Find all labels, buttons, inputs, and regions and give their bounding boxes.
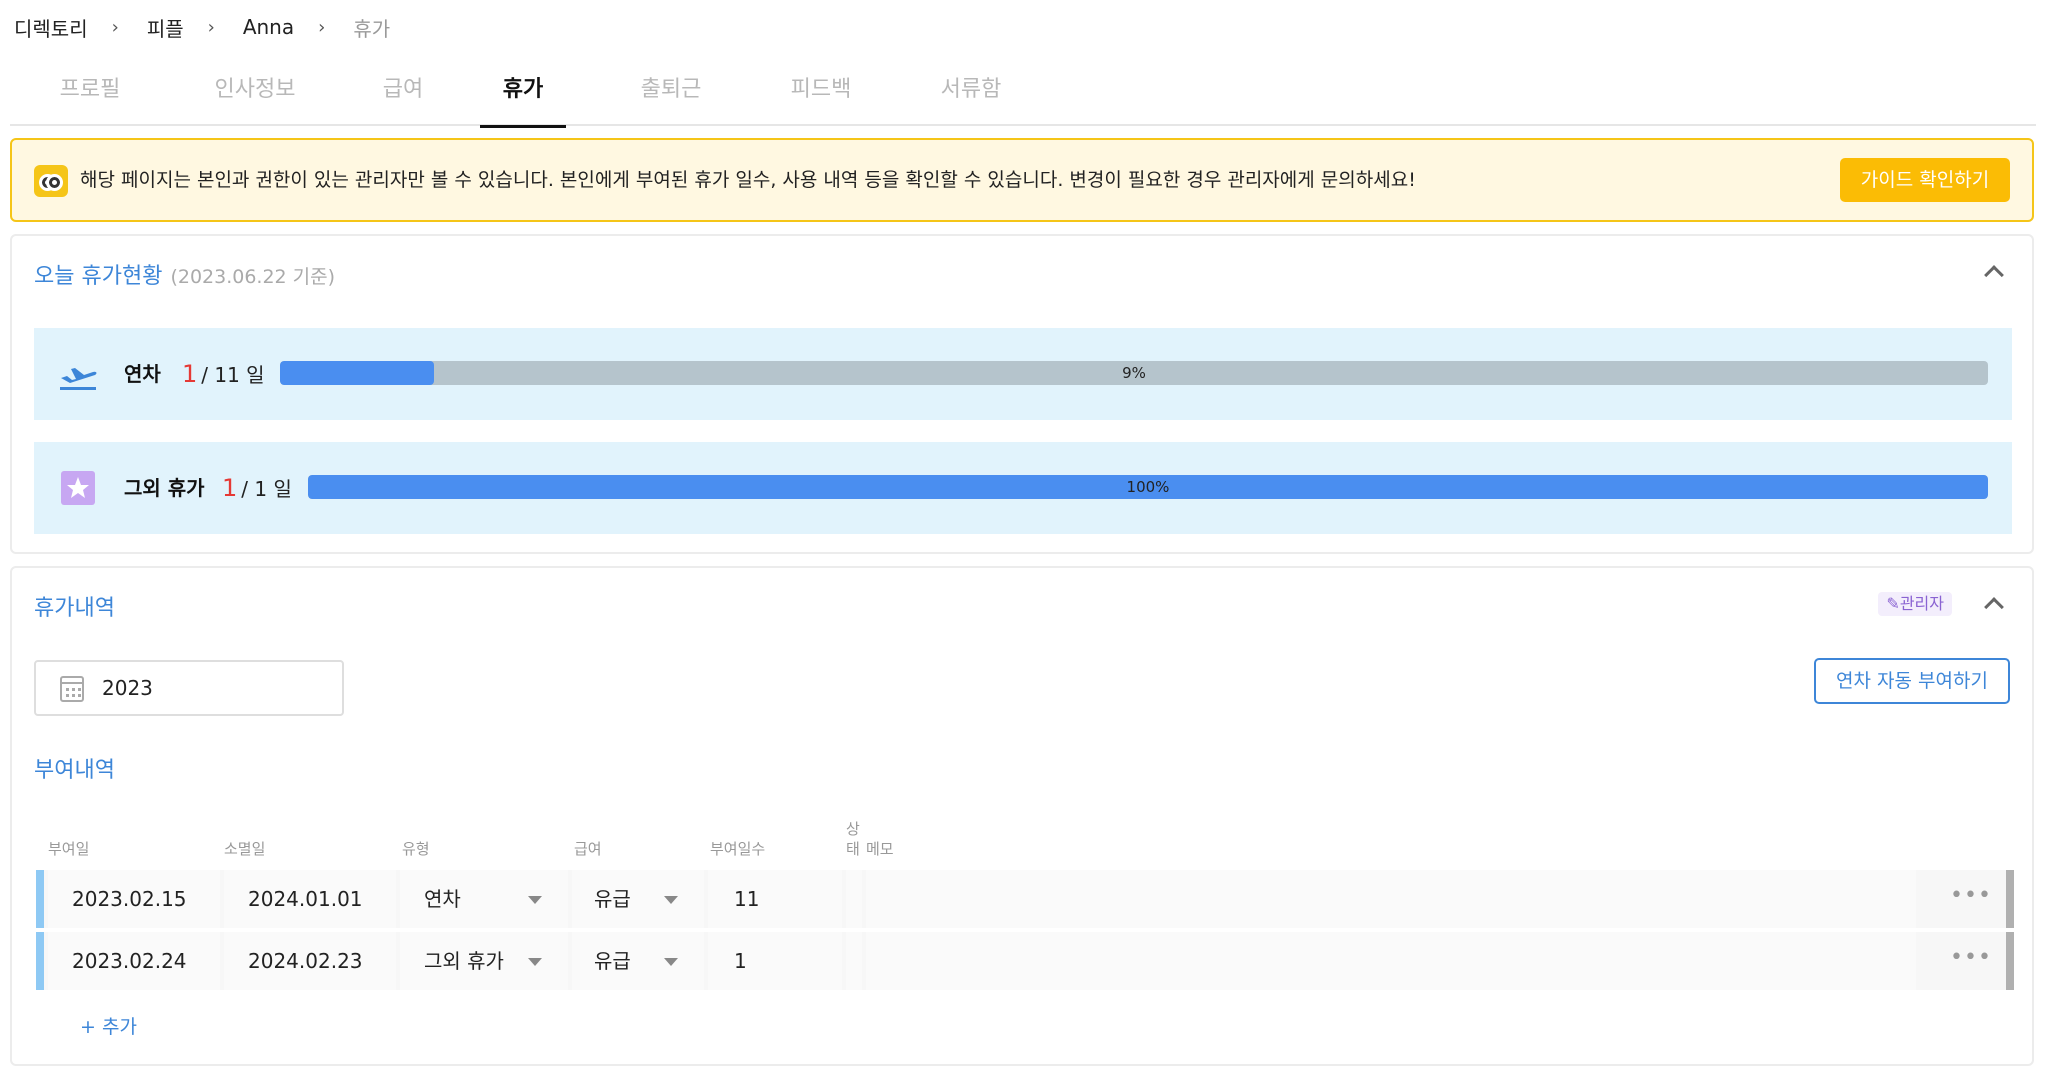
leave-history-title: 휴가내역 — [34, 596, 115, 621]
row-end-bar — [2006, 932, 2014, 990]
leave-history-card: 휴가내역 ✎관리자 2023 연차 자동 부여하기 부여내역 부여일 소멸일 유… — [10, 566, 2034, 1066]
status-cell — [846, 870, 862, 928]
annual-leave-label: 연차 — [124, 362, 161, 386]
header-expire-date: 소멸일 — [224, 840, 266, 858]
star-icon — [61, 471, 95, 505]
tab-profile[interactable]: 프로필 — [40, 62, 140, 126]
annual-leave-row: 연차 1/ 11 일 9% — [34, 328, 2012, 420]
add-grant-link[interactable]: + 추가 — [80, 1012, 137, 1039]
chevron-right-icon: › — [111, 16, 119, 38]
other-leave-used: 1 — [222, 474, 238, 502]
annual-leave-count: 1/ 11 일 — [182, 328, 265, 420]
pay-select[interactable]: 유급 — [572, 870, 704, 928]
tab-leave[interactable]: 휴가 — [480, 62, 566, 128]
grant-date-cell[interactable]: 2023.02.24 — [48, 932, 220, 990]
memo-cell[interactable] — [866, 870, 1916, 928]
type-select[interactable]: 연차 — [400, 870, 568, 928]
pencil-icon: ✎ — [1886, 594, 1900, 613]
card-title: 오늘 휴가현황 (2023.06.22 기준) — [34, 258, 335, 290]
table-row: 2023.02.24 2024.02.23 그외 휴가 유급 1 ••• — [36, 932, 2014, 990]
tab-documents[interactable]: 서류함 — [916, 62, 1026, 126]
header-type: 유형 — [402, 840, 430, 858]
header-memo: 메모 — [866, 840, 894, 858]
today-leave-date: (2023.06.22 기준) — [170, 266, 336, 288]
tab-salary[interactable]: 급여 — [358, 62, 448, 126]
breadcrumb-person[interactable]: Anna — [243, 15, 294, 39]
more-options-icon[interactable]: ••• — [1950, 932, 1991, 990]
annual-leave-percent: 9% — [1122, 364, 1146, 382]
today-leave-card: 오늘 휴가현황 (2023.06.22 기준) 연차 1/ 11 일 9% 그외 … — [10, 234, 2034, 554]
more-options-icon[interactable]: ••• — [1950, 870, 1991, 928]
expire-date-cell[interactable]: 2024.01.01 — [224, 870, 396, 928]
pay-select[interactable]: 유급 — [572, 932, 704, 990]
owl-mascot-icon — [34, 165, 68, 197]
header-status-2: 태 — [846, 840, 860, 858]
calendar-icon — [60, 676, 84, 702]
days-cell[interactable]: 11 — [708, 870, 842, 928]
grant-date-cell[interactable]: 2023.02.15 — [48, 870, 220, 928]
other-leave-count: 1/ 1 일 — [222, 442, 292, 534]
breadcrumb-people[interactable]: 피플 — [147, 13, 184, 42]
tab-hr-info[interactable]: 인사정보 — [190, 62, 320, 126]
year-value: 2023 — [102, 676, 153, 700]
days-cell[interactable]: 1 — [708, 932, 842, 990]
annual-leave-progress: 9% — [280, 361, 1988, 385]
chevron-up-icon[interactable] — [1982, 592, 2004, 614]
breadcrumb: 디렉토리 › 피플 › Anna › 휴가 — [14, 12, 390, 42]
row-marker — [36, 932, 44, 990]
admin-badge: ✎관리자 — [1878, 592, 1952, 616]
notice-banner: 해당 페이지는 본인과 권한이 있는 관리자만 볼 수 있습니다. 본인에게 부… — [10, 138, 2034, 222]
breadcrumb-current: 휴가 — [353, 16, 391, 41]
chevron-right-icon: › — [207, 16, 215, 38]
guide-button[interactable]: 가이드 확인하기 — [1840, 158, 2010, 202]
header-status: 상 — [846, 820, 860, 838]
tab-feedback[interactable]: 피드백 — [766, 62, 876, 126]
type-select[interactable]: 그외 휴가 — [400, 932, 568, 990]
expire-date-cell[interactable]: 2024.02.23 — [224, 932, 396, 990]
profile-tabs: 프로필 인사정보 급여 휴가 출퇴근 피드백 서류함 — [10, 62, 2036, 128]
tab-attendance[interactable]: 출퇴근 — [616, 62, 726, 126]
status-cell — [846, 932, 862, 990]
today-leave-title: 오늘 휴가현황 — [34, 264, 163, 289]
other-leave-row: 그외 휴가 1/ 1 일 100% — [34, 442, 2012, 534]
chevron-up-icon[interactable] — [1982, 260, 2004, 282]
airplane-takeoff-icon — [60, 368, 97, 390]
other-leave-label: 그외 휴가 — [124, 476, 205, 500]
grant-history-title: 부여내역 — [34, 758, 115, 783]
breadcrumb-directory[interactable]: 디렉토리 — [14, 13, 88, 42]
header-pay: 급여 — [574, 840, 602, 858]
admin-badge-label: 관리자 — [1899, 594, 1944, 613]
header-grant-date: 부여일 — [48, 840, 90, 858]
annual-leave-used: 1 — [182, 360, 198, 388]
row-end-bar — [2006, 870, 2014, 928]
other-leave-percent: 100% — [1126, 478, 1170, 496]
row-marker — [36, 870, 44, 928]
other-leave-total: / 1 일 — [241, 477, 292, 501]
notice-message: 해당 페이지는 본인과 권한이 있는 관리자만 볼 수 있습니다. 본인에게 부… — [80, 169, 1416, 191]
memo-cell[interactable] — [866, 932, 1916, 990]
year-selector[interactable]: 2023 — [34, 660, 344, 716]
auto-grant-button[interactable]: 연차 자동 부여하기 — [1814, 658, 2010, 704]
table-row: 2023.02.15 2024.01.01 연차 유급 11 ••• — [36, 870, 2014, 928]
header-days: 부여일수 — [710, 840, 766, 858]
annual-leave-total: / 11 일 — [201, 363, 265, 387]
chevron-right-icon: › — [318, 16, 326, 38]
other-leave-progress: 100% — [308, 475, 1988, 499]
